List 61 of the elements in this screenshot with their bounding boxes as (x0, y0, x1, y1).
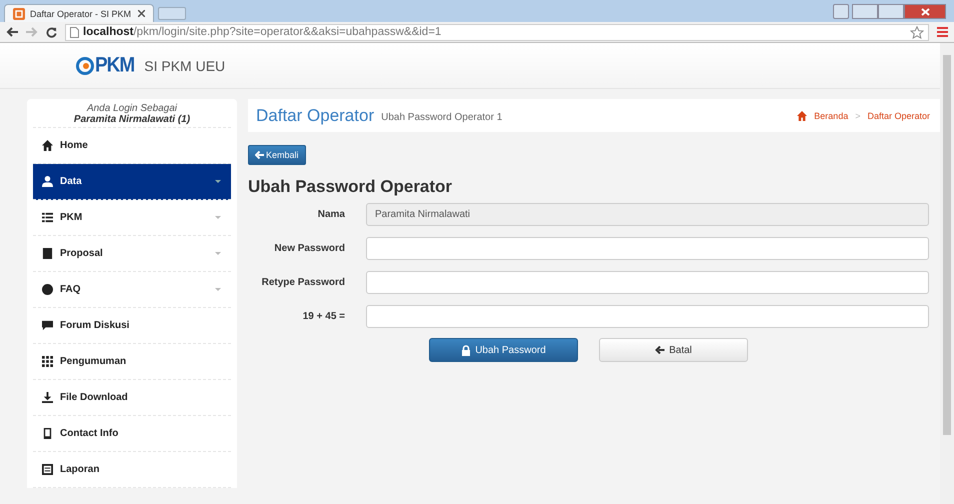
sidebar-item[interactable]: Data (33, 164, 231, 200)
menu-item-icon (42, 140, 53, 151)
user-name: Paramita Nirmalawati (1) (74, 114, 190, 125)
restore-button[interactable] (878, 4, 904, 19)
pkm-logo[interactable]: PKM (76, 54, 134, 76)
lock-icon (461, 344, 472, 356)
home-icon (797, 110, 808, 120)
menu-item-icon (42, 284, 53, 295)
back-button[interactable]: Kembali (248, 145, 306, 165)
menu-item-icon (42, 212, 53, 223)
sidebar-item[interactable]: PKM (33, 200, 231, 236)
tab-title: Daftar Operator - SI PKM (30, 8, 132, 18)
input-field[interactable] (366, 271, 929, 294)
field-label: 19 + 45 = (302, 311, 345, 322)
form-heading: Ubah Password Operator (248, 177, 454, 197)
brand-title[interactable]: SI PKM UEU (144, 58, 226, 74)
close-button[interactable] (904, 4, 946, 19)
sidebar-item[interactable]: Contact Info (33, 416, 231, 452)
sidebar-item[interactable]: File Download (33, 380, 231, 416)
page-subtitle: Ubah Password Operator 1 (381, 112, 502, 123)
sidebar-item[interactable]: Pengumuman (33, 344, 231, 380)
breadcrumb-separator: > (855, 110, 860, 120)
address-field[interactable]: localhost/pkm/login/site.php?site=operator&&aksi=ubahpassw&&id=1 (65, 24, 929, 40)
sidebar-item[interactable]: Forum Diskusi (33, 308, 231, 344)
swirl-icon (76, 56, 94, 74)
sidebar-item[interactable]: Laporan (33, 452, 231, 488)
menu-item-icon (42, 392, 53, 403)
close-icon[interactable] (138, 10, 145, 17)
field-label: Nama (316, 209, 345, 220)
menu-item-icon (42, 356, 53, 367)
sidebar-item[interactable]: Proposal (33, 236, 231, 272)
app-icon (13, 8, 25, 20)
menu-item-icon (42, 248, 53, 259)
star-icon[interactable] (910, 26, 924, 38)
menu-icon[interactable] (937, 27, 948, 37)
menu-item-icon (42, 464, 53, 475)
login-label: Anda Login Sebagai (86, 103, 178, 114)
input-field[interactable] (366, 305, 929, 328)
close-icon (920, 8, 930, 16)
url-text: localhost/pkm/login/site.php?site=operator&&aksi=ubahpassw&&id=1 (83, 26, 442, 38)
minimize-button[interactable] (852, 4, 878, 19)
left-arrow-icon (255, 151, 264, 159)
input-field[interactable] (366, 237, 929, 260)
cancel-button[interactable]: Batal (599, 338, 748, 362)
page-icon (70, 26, 79, 38)
field-label: New Password (273, 243, 345, 254)
menu-item-icon (42, 320, 53, 331)
left-arrow-icon (655, 346, 666, 354)
page-title: Daftar Operator (256, 106, 374, 126)
breadcrumb-link[interactable]: Beranda (814, 110, 848, 120)
field-label: Retype Password (260, 277, 345, 288)
sidebar-item[interactable]: FAQ (33, 272, 231, 308)
forward-arrow-icon[interactable] (26, 27, 38, 37)
submit-button[interactable]: Ubah Password (429, 338, 578, 362)
new-tab-button[interactable] (158, 7, 186, 20)
breadcrumb-link[interactable]: Daftar Operator (867, 110, 930, 120)
browser-tab[interactable]: Daftar Operator - SI PKM (4, 4, 154, 22)
menu-item-icon (42, 176, 53, 187)
menu-item-icon (42, 428, 53, 439)
reload-icon[interactable] (46, 26, 57, 38)
back-arrow-icon[interactable] (6, 27, 18, 37)
